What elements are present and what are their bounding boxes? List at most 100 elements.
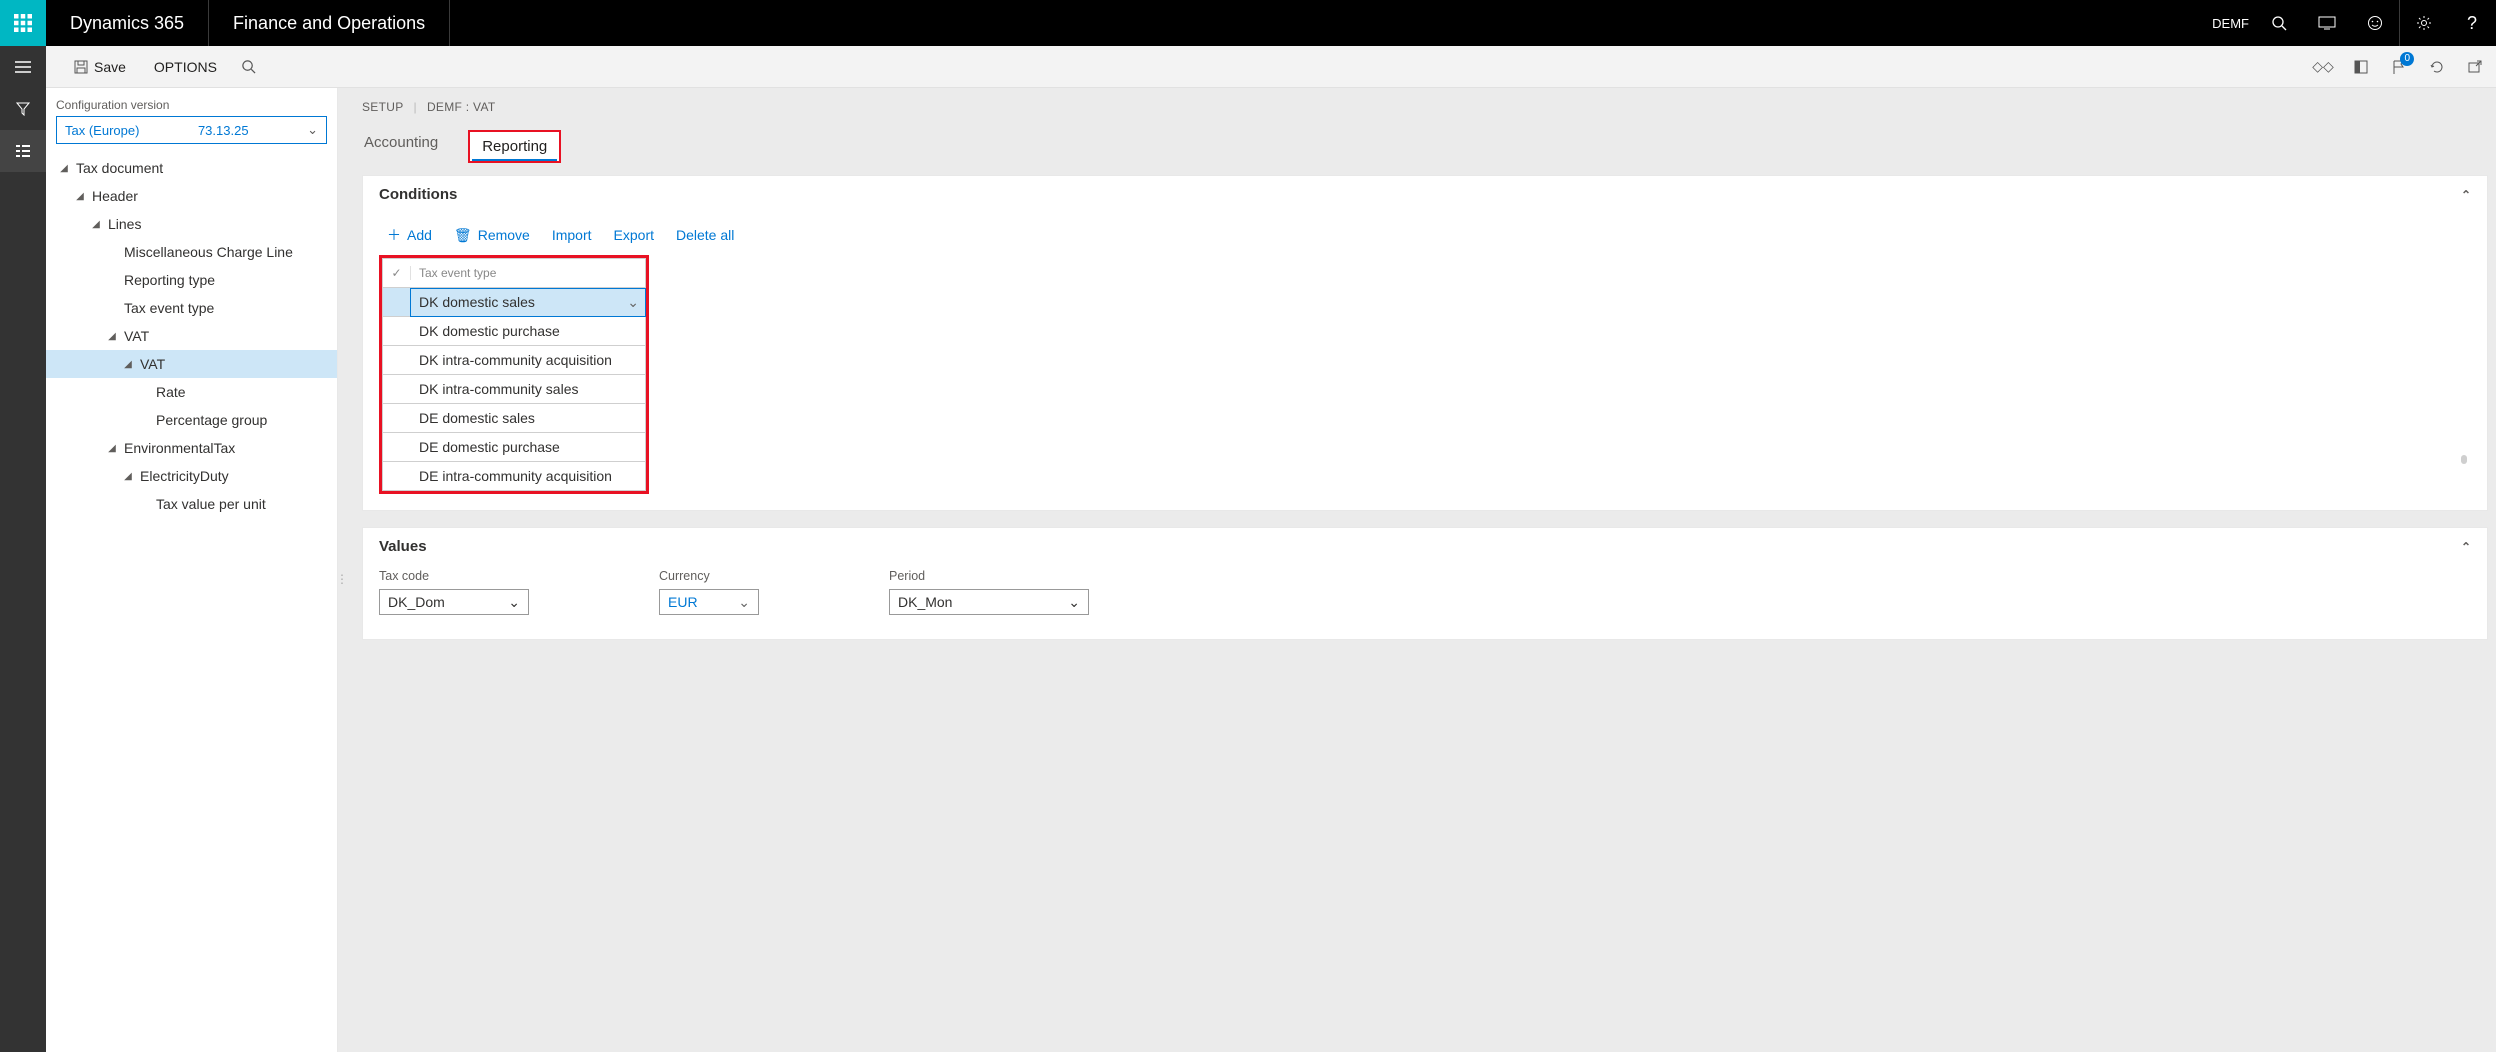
main-area: ⋮ SETUP | DEMF : VAT Accounting Reportin… [338, 88, 2496, 1052]
navpane-toggle[interactable] [0, 46, 46, 88]
grid-row[interactable]: DK domestic sales⌄ [382, 288, 646, 317]
field-currency: Currency EUR ⌄ [659, 569, 759, 615]
select-all-column[interactable]: ✓ [383, 266, 411, 280]
chevron-down-icon: ⌄ [508, 594, 520, 611]
chevron-up-icon: ⌃ [2461, 540, 2471, 554]
chevron-down-icon[interactable]: ⌄ [627, 294, 639, 311]
grid-cell: DK intra-community sales [411, 381, 645, 397]
currency-combo[interactable]: EUR ⌄ [659, 589, 759, 615]
splitter-handle[interactable]: ⋮ [338, 570, 346, 588]
add-button[interactable]: ＋Add [387, 225, 432, 245]
conditions-grid-callout: ✓ Tax event type DK domestic sales⌄ DK d… [379, 255, 649, 494]
smile-icon [2367, 15, 2383, 31]
tabs: Accounting Reporting [362, 130, 2488, 163]
refresh-icon [2429, 59, 2445, 75]
notifications-button[interactable]: 0 [2388, 56, 2410, 78]
tree-node-tax-document[interactable]: ◢Tax document [46, 154, 337, 182]
grid-row[interactable]: DE domestic purchase [382, 433, 646, 462]
grid-row[interactable]: DE intra-community acquisition [382, 462, 646, 491]
breadcrumb: SETUP | DEMF : VAT [362, 100, 2488, 114]
search-icon [241, 59, 256, 74]
tree-node-lines[interactable]: ◢Lines [46, 210, 337, 238]
popout-icon [2467, 59, 2483, 75]
brand-label[interactable]: Dynamics 365 [46, 0, 208, 46]
values-header[interactable]: Values ⌃ [363, 528, 2487, 565]
grid-cell: DE intra-community acquisition [411, 468, 645, 484]
search-button[interactable] [2255, 0, 2303, 46]
tree-node-tax-event-type[interactable]: Tax event type [46, 294, 337, 322]
period-value: DK_Mon [898, 594, 952, 610]
company-label[interactable]: DEMF [2212, 16, 2255, 31]
attach-button[interactable]: ◇◇ [2312, 56, 2334, 78]
options-label: OPTIONS [154, 59, 217, 75]
office-button[interactable] [2350, 56, 2372, 78]
save-button[interactable]: Save [60, 46, 140, 87]
rail-filter[interactable] [0, 88, 46, 130]
values-panel: Values ⌃ Tax code DK_Dom ⌄ Curre [362, 527, 2488, 640]
page-search-button[interactable] [231, 46, 266, 87]
office-icon [2353, 59, 2369, 75]
grid-cell: DK domestic purchase [411, 323, 645, 339]
attach-icon: ◇◇ [2312, 58, 2334, 75]
top-navbar: Dynamics 365 Finance and Operations DEMF… [0, 0, 2496, 46]
help-button[interactable]: ? [2448, 0, 2496, 46]
rail-lines[interactable] [0, 130, 46, 172]
column-tax-event-type[interactable]: Tax event type [411, 266, 645, 280]
gear-icon [2416, 15, 2432, 31]
delete-all-button[interactable]: Delete all [676, 227, 734, 243]
app-launcher-button[interactable] [0, 0, 46, 46]
grid-cell: DK intra-community acquisition [411, 352, 645, 368]
module-label[interactable]: Finance and Operations [209, 0, 449, 46]
tree-node-reporting-type[interactable]: Reporting type [46, 266, 337, 294]
tree-node-vat-child[interactable]: ◢VAT [46, 350, 337, 378]
tree-node-pct-group[interactable]: Percentage group [46, 406, 337, 434]
remove-button[interactable]: 🗑Remove [454, 227, 530, 244]
plus-icon: ＋ [387, 225, 401, 245]
tree-node-vat[interactable]: ◢VAT [46, 322, 337, 350]
tree-node-tax-value-unit[interactable]: Tax value per unit [46, 490, 337, 518]
options-button[interactable]: OPTIONS [140, 46, 231, 87]
refresh-button[interactable] [2426, 56, 2448, 78]
grid-cell: DE domestic purchase [411, 439, 645, 455]
grid-row[interactable]: DK intra-community acquisition [382, 346, 646, 375]
waffle-icon [14, 14, 32, 32]
grid-row[interactable]: DK domestic purchase [382, 317, 646, 346]
tab-reporting[interactable]: Reporting [472, 134, 557, 161]
scrollbar[interactable] [2461, 455, 2467, 464]
lines-icon [16, 145, 30, 157]
save-icon [74, 60, 88, 74]
popout-button[interactable] [2464, 56, 2486, 78]
tree-node-env-tax[interactable]: ◢EnvironmentalTax [46, 434, 337, 462]
period-combo[interactable]: DK_Mon ⌄ [889, 589, 1089, 615]
values-title: Values [379, 538, 427, 555]
feedback-button[interactable] [2351, 0, 2399, 46]
tree-node-rate[interactable]: Rate [46, 378, 337, 406]
grid-cell: DE domestic sales [411, 410, 645, 426]
save-label: Save [94, 59, 126, 75]
filter-icon [16, 102, 30, 116]
grid-row[interactable]: DE domestic sales [382, 404, 646, 433]
conditions-toolbar: ＋Add 🗑Remove Import Export Delete all [379, 213, 2471, 255]
currency-label: Currency [659, 569, 759, 583]
currency-value: EUR [668, 594, 698, 610]
config-version-combo[interactable]: Tax (Europe) 73.13.25 ⌄ [56, 116, 327, 144]
tab-accounting[interactable]: Accounting [362, 130, 440, 163]
messages-button[interactable] [2303, 0, 2351, 46]
settings-button[interactable] [2400, 0, 2448, 46]
grid-row[interactable]: DK intra-community sales [382, 375, 646, 404]
tree-node-misc-charge[interactable]: Miscellaneous Charge Line [46, 238, 337, 266]
chevron-down-icon: ⌄ [307, 122, 318, 138]
left-rail [0, 88, 46, 1052]
help-icon: ? [2467, 13, 2477, 34]
field-tax-code: Tax code DK_Dom ⌄ [379, 569, 529, 615]
tax-code-value: DK_Dom [388, 594, 445, 610]
conditions-panel: Conditions ⌃ ＋Add 🗑Remove Import Export … [362, 175, 2488, 511]
export-button[interactable]: Export [614, 227, 654, 243]
breadcrumb-sep: | [414, 100, 417, 114]
import-button[interactable]: Import [552, 227, 592, 243]
period-label: Period [889, 569, 1089, 583]
conditions-header[interactable]: Conditions ⌃ [363, 176, 2487, 213]
tree-node-header[interactable]: ◢Header [46, 182, 337, 210]
tree-node-elec-duty[interactable]: ◢ElectricityDuty [46, 462, 337, 490]
tax-code-combo[interactable]: DK_Dom ⌄ [379, 589, 529, 615]
